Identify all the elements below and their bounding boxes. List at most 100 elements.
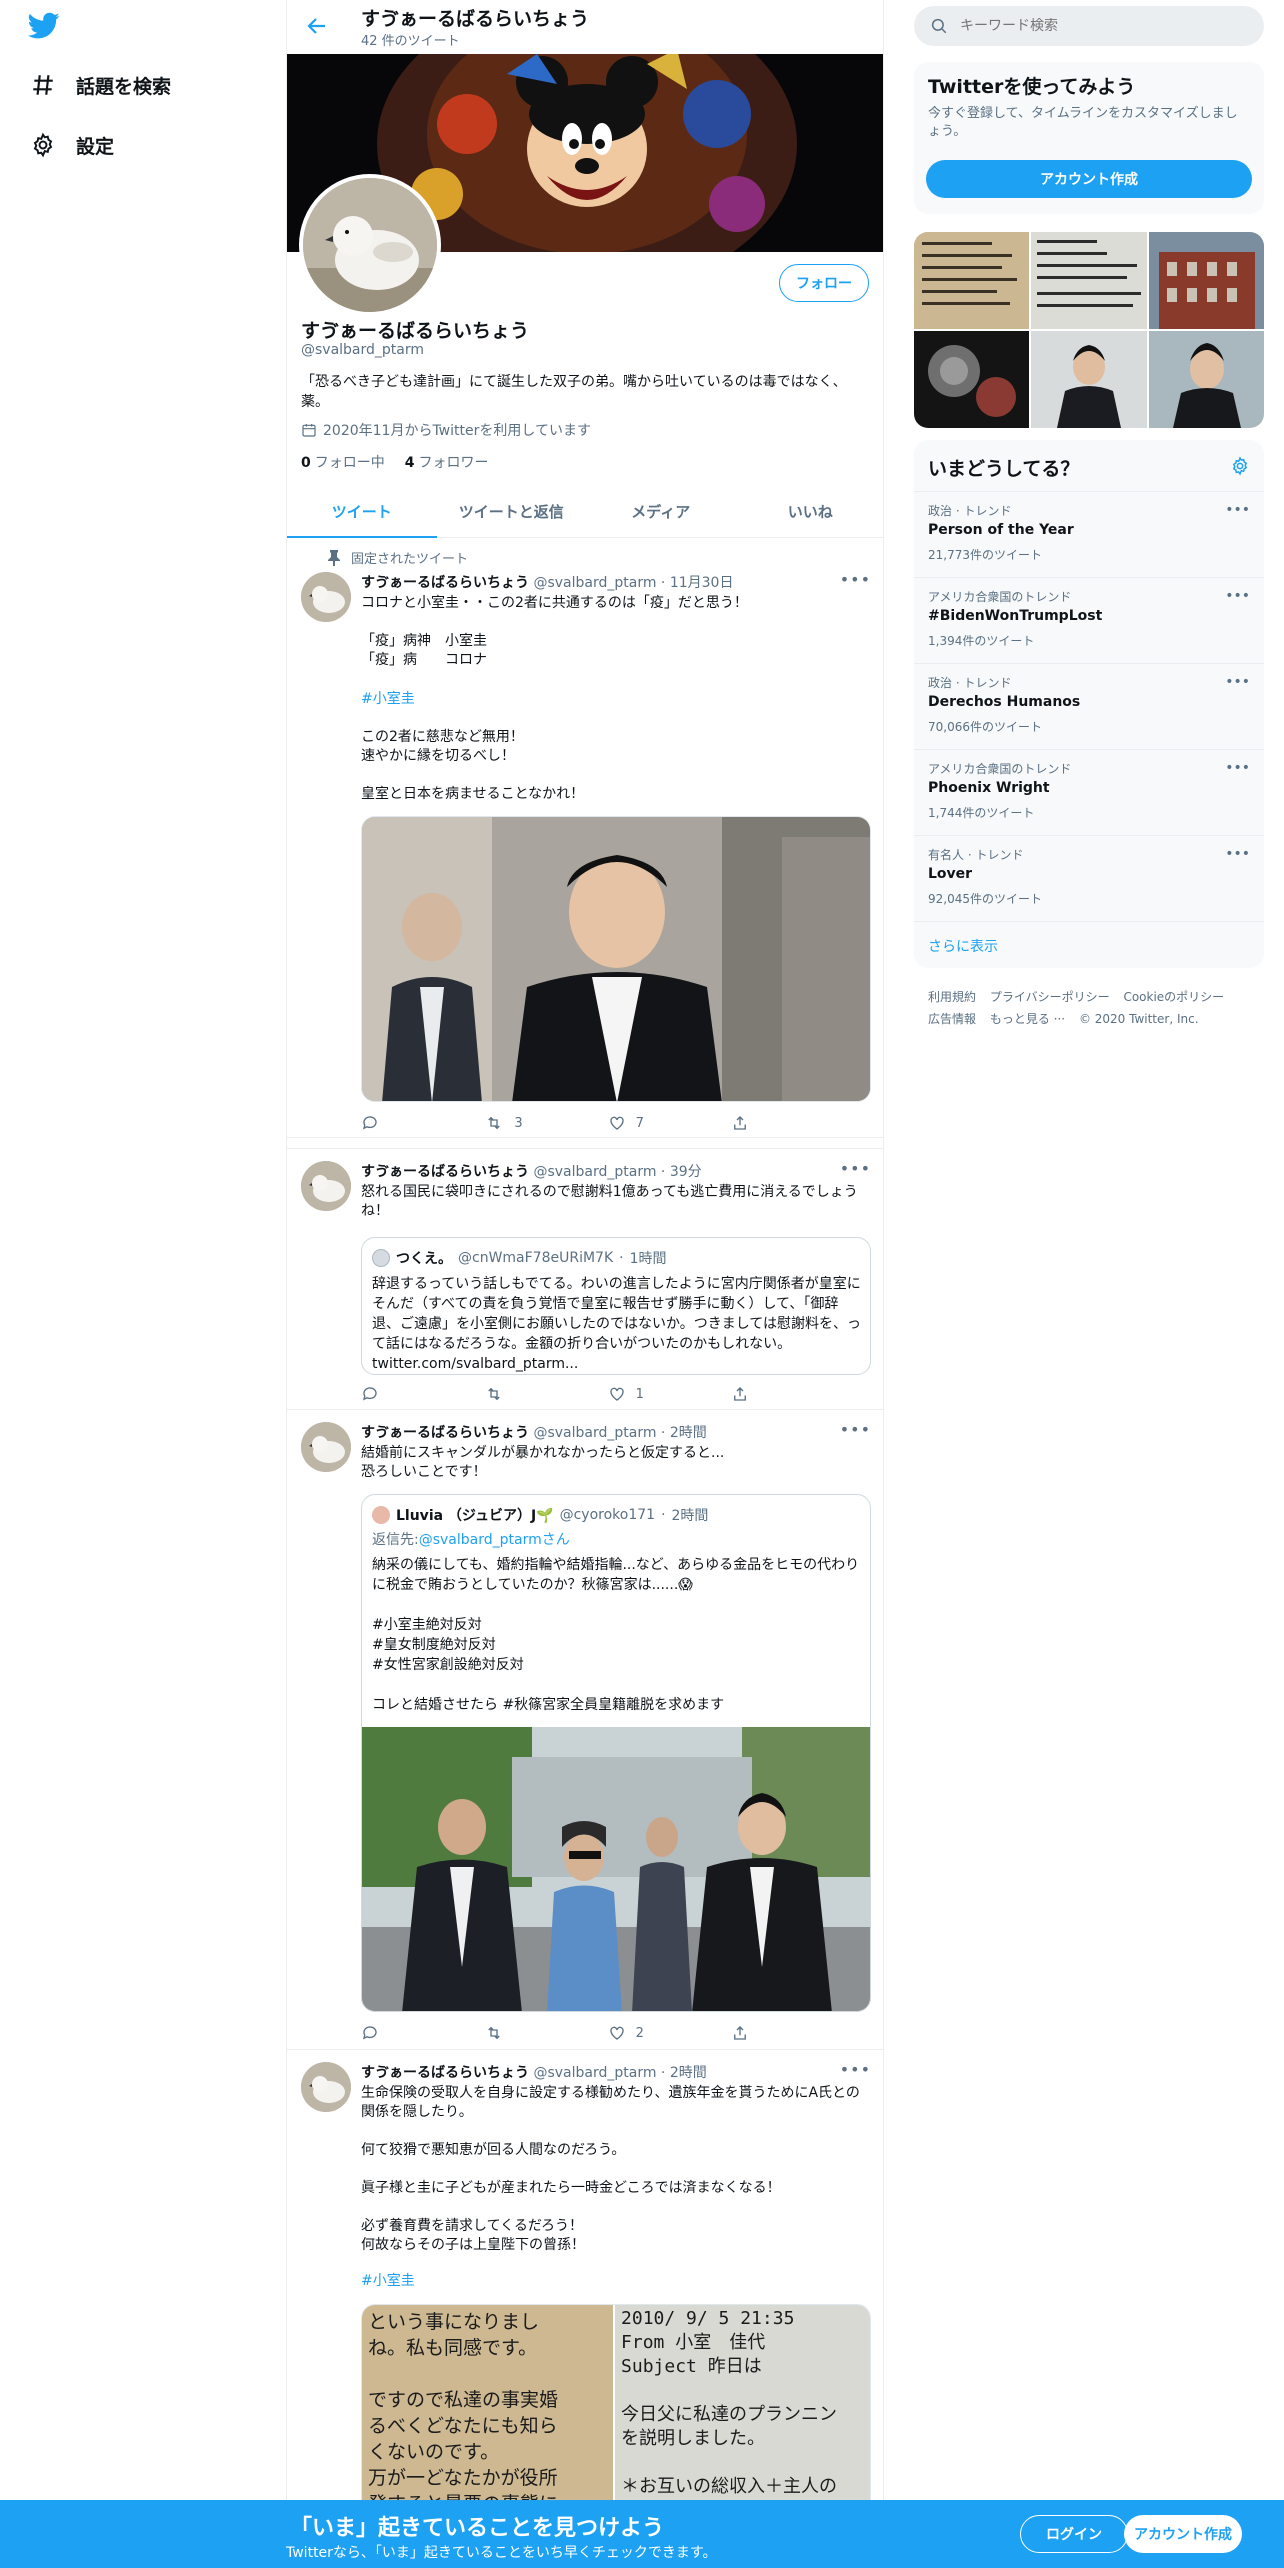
show-more-row[interactable]: さらに表示	[914, 922, 1264, 968]
followers-stat[interactable]: 4 フォロワー	[405, 452, 489, 472]
more-icon[interactable]: •••	[840, 570, 871, 589]
trends-card: いまどうしてる？ 政治 · トレンド Person of the Year 21,7…	[914, 440, 1264, 968]
more-icon[interactable]: •••	[840, 1159, 871, 1178]
tab-tweets[interactable]: ツイート	[287, 486, 437, 538]
more-icon[interactable]: •••	[840, 2060, 871, 2079]
media-thumb[interactable]	[1148, 331, 1264, 428]
footer-link-terms[interactable]: 利用規約	[928, 990, 976, 1004]
tweet-card[interactable]: すゔぁーるばるらいちょう @svalbard_ptarm · 2時間 ••• 結…	[287, 1410, 883, 2050]
more-icon[interactable]: •••	[1225, 502, 1250, 518]
tweet-avatar[interactable]	[301, 572, 351, 622]
share-icon	[734, 1387, 746, 1401]
media-thumb[interactable]	[914, 232, 1030, 329]
search-input[interactable]	[960, 18, 1240, 34]
quoted-tweet[interactable]: Lluvia （ジュビア）J🌱 @cyoroko171 · 2時間 返信先: @…	[361, 1494, 871, 2012]
tweet-time[interactable]: 2時間	[670, 1425, 707, 1441]
footer-link-privacy[interactable]: プライバシーポリシー	[990, 990, 1110, 1004]
tweet-time[interactable]: 39分	[670, 1164, 702, 1180]
tweet-avatar[interactable]	[301, 1422, 351, 1472]
trend-item[interactable]: 政治 · トレンド Person of the Year 21,773件のツイート •…	[914, 492, 1264, 578]
login-button[interactable]: ログイン	[1020, 2515, 1128, 2553]
share-button[interactable]	[731, 1114, 791, 1132]
quote-text: 辞退するっていう話しもでてる。わいの進言したように宮内庁関係者が皇室にそんだ（す…	[372, 1274, 862, 1374]
reply-button[interactable]	[361, 2024, 421, 2042]
reply-button[interactable]	[361, 1385, 421, 1403]
share-button[interactable]	[731, 1385, 791, 1403]
reply-to-handle[interactable]: @svalbard_ptarmさん	[419, 1529, 570, 1549]
retweet-button[interactable]	[484, 2024, 544, 2042]
trend-topic: Lover	[928, 866, 973, 882]
search-icon	[930, 17, 948, 35]
media-thumb[interactable]	[1031, 331, 1147, 428]
tweet-author-handle: @svalbard_ptarm	[533, 2065, 657, 2081]
nav-settings[interactable]: 設定	[28, 120, 114, 170]
tweet-image[interactable]	[361, 816, 871, 1102]
tweet-hashtag[interactable]: #小室圭	[361, 2272, 871, 2291]
quote-time: 2時間	[671, 1508, 709, 1524]
tweet-text: 生命保険の受取人を自身に設定する様勧めたり、遺族年金を貰うためにA氏との関係を隠…	[361, 2085, 860, 2253]
share-button[interactable]	[731, 2024, 791, 2042]
tweet-time[interactable]: 2時間	[670, 2065, 707, 2081]
following-stat[interactable]: 0 フォロー中	[301, 452, 385, 472]
tweet-author-name[interactable]: すゔぁーるばるらいちょう	[361, 1164, 529, 1180]
bottom-signup-bar: 「いま」起きていることを見つけよう Twitterなら、「いま」起きていることを…	[0, 2500, 1284, 2568]
quoted-tweet[interactable]: つくえ。 @cnWmaF78eURiM7K · 1時間 辞退するっていう話しもで…	[361, 1237, 871, 1375]
create-account-button[interactable]: アカウント作成	[926, 160, 1252, 198]
twitter-logo-icon[interactable]	[28, 12, 64, 42]
settings-gear-icon[interactable]	[1230, 456, 1250, 480]
tweet-time[interactable]: 11月30日	[670, 575, 734, 591]
quote-author-handle: @cnWmaF78eURiM7K	[458, 1250, 614, 1266]
more-icon[interactable]: •••	[1225, 588, 1250, 604]
tab-likes[interactable]: いいね	[736, 486, 884, 537]
more-icon[interactable]: •••	[840, 1420, 871, 1439]
more-icon[interactable]: •••	[1225, 760, 1250, 776]
trend-item[interactable]: アメリカ合衆国のトレンド #BidenWonTrumpLost 1,394件のツイー…	[914, 578, 1264, 664]
tweet-author-name[interactable]: すゔぁーるばるらいちょう	[361, 1425, 529, 1441]
more-icon[interactable]: •••	[1225, 674, 1250, 690]
profile-avatar[interactable]	[299, 174, 441, 316]
footer-link-ads[interactable]: 広告情報	[928, 1012, 976, 1026]
footer-link-more[interactable]: もっと見る ···	[990, 1012, 1065, 1026]
tweet-author-name[interactable]: すゔぁーるばるらいちょう	[361, 2065, 529, 2081]
media-thumb[interactable]	[1031, 232, 1147, 329]
signup-button[interactable]: アカウント作成	[1124, 2515, 1242, 2553]
tweet-avatar[interactable]	[301, 1161, 351, 1211]
tweet-card[interactable]: すゔぁーるばるらいちょう @svalbard_ptarm · 2時間 ••• 生…	[287, 2050, 883, 2568]
quote-reply-to: 返信先: @svalbard_ptarmさん	[372, 1529, 570, 1549]
retweet-button[interactable]: 3	[484, 1114, 544, 1132]
quote-separator: ·	[661, 1507, 666, 1523]
trend-topic: Person of the Year	[928, 522, 1074, 538]
following-count: 0	[301, 455, 311, 471]
quote-image[interactable]	[362, 1727, 870, 2011]
retweet-icon	[488, 1387, 501, 1401]
back-arrow-icon[interactable]	[305, 14, 331, 40]
profile-name: すゔぁーるばるらいちょう	[301, 320, 530, 342]
tab-media[interactable]: メディア	[586, 486, 736, 537]
quote-link[interactable]: twitter.com/svalbard_ptarm...	[372, 1356, 578, 1372]
quote-separator: ·	[619, 1250, 624, 1266]
more-icon[interactable]: •••	[1225, 846, 1250, 862]
like-button[interactable]: 2	[608, 2024, 668, 2042]
tab-tweets-and-replies[interactable]: ツイートと返信	[437, 486, 587, 537]
retweet-button[interactable]	[484, 1385, 544, 1403]
tweet-card[interactable]: すゔぁーるばるらいちょう @svalbard_ptarm · 39分 ••• 怒…	[287, 1148, 883, 1410]
tweet-author-name[interactable]: すゔぁーるばるらいちょう	[361, 575, 529, 591]
search-box[interactable]	[914, 6, 1264, 46]
footer-link-cookies[interactable]: Cookieのポリシー	[1123, 990, 1224, 1004]
followers-label: フォロワー	[418, 455, 489, 471]
media-thumb[interactable]	[1148, 232, 1264, 329]
tweet-avatar[interactable]	[301, 2062, 351, 2112]
trend-item[interactable]: 有名人 · トレンド Lover 92,045件のツイート •••	[914, 836, 1264, 922]
tweet-hashtag[interactable]: #小室圭	[361, 690, 871, 709]
nav-explore[interactable]: 話題を検索	[28, 60, 171, 110]
reply-button[interactable]	[361, 1114, 421, 1132]
like-button[interactable]: 7	[608, 1114, 668, 1132]
reply-icon	[362, 2026, 377, 2040]
like-button[interactable]: 1	[608, 1385, 668, 1403]
trend-item[interactable]: 政治 · トレンド Derechos Humanos 70,066件のツイート •••	[914, 664, 1264, 750]
trend-item[interactable]: アメリカ合衆国のトレンド Phoenix Wright 1,744件のツイート •••	[914, 750, 1264, 836]
follow-button[interactable]: フォロー	[779, 264, 869, 302]
media-thumb[interactable]	[914, 331, 1030, 428]
show-more-link[interactable]: さらに表示	[928, 936, 998, 956]
tweet-card[interactable]: すゔぁーるばるらいちょう @svalbard_ptarm · 11月30日 ••…	[287, 540, 883, 1138]
